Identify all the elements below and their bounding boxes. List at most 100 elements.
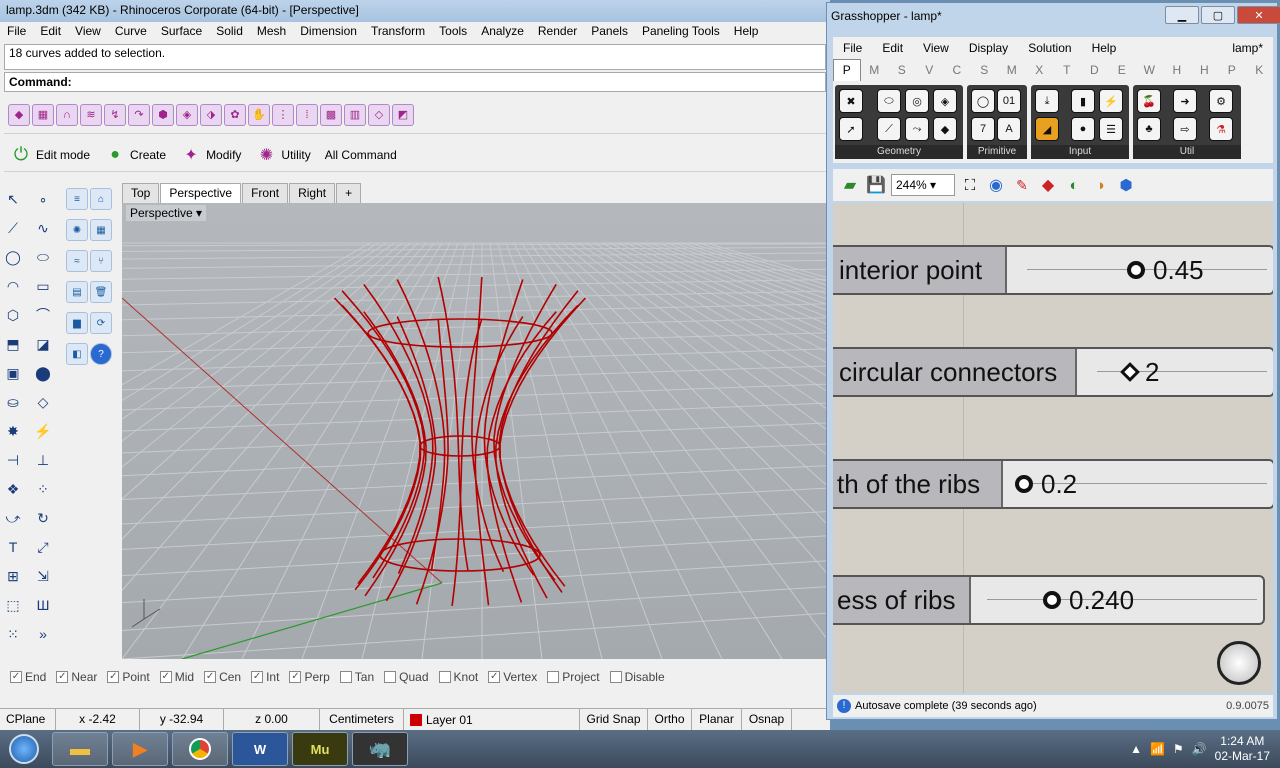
fillet-curve-icon[interactable]: ⌒: [32, 304, 54, 326]
menu-curve[interactable]: Curve: [108, 22, 154, 42]
bake-icon[interactable]: ◆: [1037, 174, 1059, 196]
edit-mode-button[interactable]: ⏻ Edit mode: [10, 144, 90, 166]
slider-circular-connectors[interactable]: circular connectors 2: [833, 347, 1273, 397]
util-group-label[interactable]: Util: [1133, 145, 1241, 159]
curve-icon[interactable]: ∿: [32, 217, 54, 239]
menu-edit[interactable]: Edit: [33, 22, 68, 42]
util-cherry-icon[interactable]: 🍒: [1137, 89, 1161, 113]
boolean-icon[interactable]: ⚡: [32, 420, 54, 442]
input-toggle-icon[interactable]: ▮: [1071, 89, 1095, 113]
osnap-perp[interactable]: ✓ Perp: [289, 670, 330, 684]
tab-perspective[interactable]: Perspective: [160, 183, 242, 203]
primitive-text-icon[interactable]: A: [997, 117, 1021, 141]
extrude-curve-icon[interactable]: ⬒: [2, 333, 24, 355]
geometry-circle-icon[interactable]: ⬭: [877, 89, 901, 113]
matrix-icon[interactable]: ⁙: [2, 623, 24, 645]
surface-rail-icon[interactable]: ↷: [128, 103, 150, 126]
modify-button[interactable]: ✦ Modify: [180, 144, 241, 166]
scale-icon[interactable]: ⇲: [32, 565, 54, 587]
menu-solid[interactable]: Solid: [209, 22, 250, 42]
osnap-mid[interactable]: ✓ Mid: [159, 670, 194, 684]
slider-knob[interactable]: [1015, 475, 1033, 493]
surface-box-icon[interactable]: ◈: [176, 103, 198, 126]
polyline-icon[interactable]: ⟋: [2, 217, 24, 239]
geometry-group-label[interactable]: Geometry: [835, 145, 963, 159]
sketch-icon[interactable]: ✎: [1011, 174, 1033, 196]
primitive-integer-icon[interactable]: 01: [997, 89, 1021, 113]
surface-arch-icon[interactable]: ∩: [56, 103, 78, 126]
close-icon[interactable]: ✕: [1237, 6, 1280, 24]
surface-unroll-icon[interactable]: ◇: [368, 103, 390, 126]
ortho-toggle[interactable]: Ortho: [648, 709, 692, 730]
point-icon[interactable]: ∘: [32, 188, 54, 210]
surface-tool-icon[interactable]: ◆: [8, 103, 30, 126]
menu-tools[interactable]: Tools: [432, 22, 474, 42]
plane-icon[interactable]: ◇: [32, 391, 54, 413]
geometry-surface-icon[interactable]: ◈: [933, 89, 957, 113]
ellipse-icon[interactable]: ⬭: [32, 246, 54, 268]
trash-icon[interactable]: 🗑: [90, 281, 112, 303]
osnap-disable[interactable]: Disable: [609, 670, 665, 684]
help-icon[interactable]: ?: [90, 343, 112, 365]
osnap-checkbox[interactable]: [384, 671, 397, 683]
menu-help[interactable]: Help: [727, 22, 766, 42]
osnap-checkbox[interactable]: ✓: [251, 671, 264, 683]
gh-tab-14[interactable]: P: [1218, 63, 1246, 77]
gh-tab-9[interactable]: D: [1081, 63, 1109, 77]
preview-mesh-icon[interactable]: ◐: [1063, 174, 1085, 196]
open-file-icon[interactable]: ▰: [839, 174, 861, 196]
surface-extrude-icon[interactable]: ⬗: [200, 103, 222, 126]
geometry-curve-icon[interactable]: ◎: [905, 89, 929, 113]
navigation-dial-icon[interactable]: [1217, 641, 1261, 685]
osnap-checkbox[interactable]: ✓: [107, 671, 120, 683]
surface-loft-icon[interactable]: ≋: [80, 103, 102, 126]
perspective-viewport[interactable]: Perspective ▾: [122, 203, 830, 659]
gh-menu-solution[interactable]: Solution: [1018, 41, 1081, 55]
taskbar-media-player[interactable]: ▶: [112, 732, 168, 766]
surface-cage-icon[interactable]: ⁞: [296, 103, 318, 126]
cplane-status[interactable]: CPlane: [0, 709, 56, 730]
osnap-vertex[interactable]: ✓ Vertex: [488, 670, 537, 684]
cylinder-icon[interactable]: ⛀: [2, 391, 24, 413]
analysis-icon[interactable]: Ш: [32, 594, 54, 616]
rectangle-icon[interactable]: ▭: [32, 275, 54, 297]
swatch-icon[interactable]: ◧: [66, 343, 88, 365]
slider-knob[interactable]: [1120, 362, 1140, 382]
menu-transform[interactable]: Transform: [364, 22, 432, 42]
gh-tab-8[interactable]: T: [1053, 63, 1081, 77]
menu-panels[interactable]: Panels: [584, 22, 635, 42]
tab-front[interactable]: Front: [242, 183, 289, 203]
primitive-number-icon[interactable]: 7: [971, 117, 995, 141]
surface-edit-icon[interactable]: ✋: [248, 103, 270, 126]
taskbar-chrome[interactable]: [172, 732, 228, 766]
surface-grid-icon[interactable]: ▦: [32, 103, 54, 126]
gh-menu-edit[interactable]: Edit: [872, 41, 913, 55]
preview-eye-icon[interactable]: ◉: [985, 174, 1007, 196]
util-arrow-icon[interactable]: ➜: [1173, 89, 1197, 113]
maximize-icon[interactable]: ▢: [1201, 6, 1235, 24]
input-value-list-icon[interactable]: ☰: [1099, 117, 1123, 141]
taskbar-word[interactable]: W: [232, 732, 288, 766]
gh-tab-0[interactable]: P: [833, 59, 861, 81]
gh-tab-10[interactable]: E: [1108, 63, 1136, 77]
gh-menu-help[interactable]: Help: [1082, 41, 1127, 55]
gh-tab-1[interactable]: M: [861, 63, 889, 77]
slider-interior-point[interactable]: interior point 0.45: [833, 245, 1273, 295]
layer-tool-icon[interactable]: ≡: [66, 188, 88, 210]
input-import-icon[interactable]: ⤓: [1035, 89, 1059, 113]
util-outline-arrow-icon[interactable]: ⇨: [1173, 117, 1197, 141]
units-status[interactable]: Centimeters: [320, 709, 404, 730]
display-mode-icon[interactable]: ⬢: [1115, 174, 1137, 196]
array-icon[interactable]: ⊞: [2, 565, 24, 587]
menu-file[interactable]: File: [0, 22, 33, 42]
gh-tab-11[interactable]: W: [1136, 63, 1164, 77]
layer-status[interactable]: Layer 01: [404, 709, 580, 730]
folder-tool-icon[interactable]: ▤: [66, 281, 88, 303]
grid-tool-icon[interactable]: ▦: [90, 219, 112, 241]
explode-icon[interactable]: ✸: [2, 420, 24, 442]
menu-mesh[interactable]: Mesh: [250, 22, 293, 42]
surface-icon[interactable]: ◪: [32, 333, 54, 355]
move-icon[interactable]: ⤻: [2, 507, 24, 529]
geometry-cross-icon[interactable]: ✖: [839, 89, 863, 113]
gh-tab-13[interactable]: H: [1191, 63, 1219, 77]
